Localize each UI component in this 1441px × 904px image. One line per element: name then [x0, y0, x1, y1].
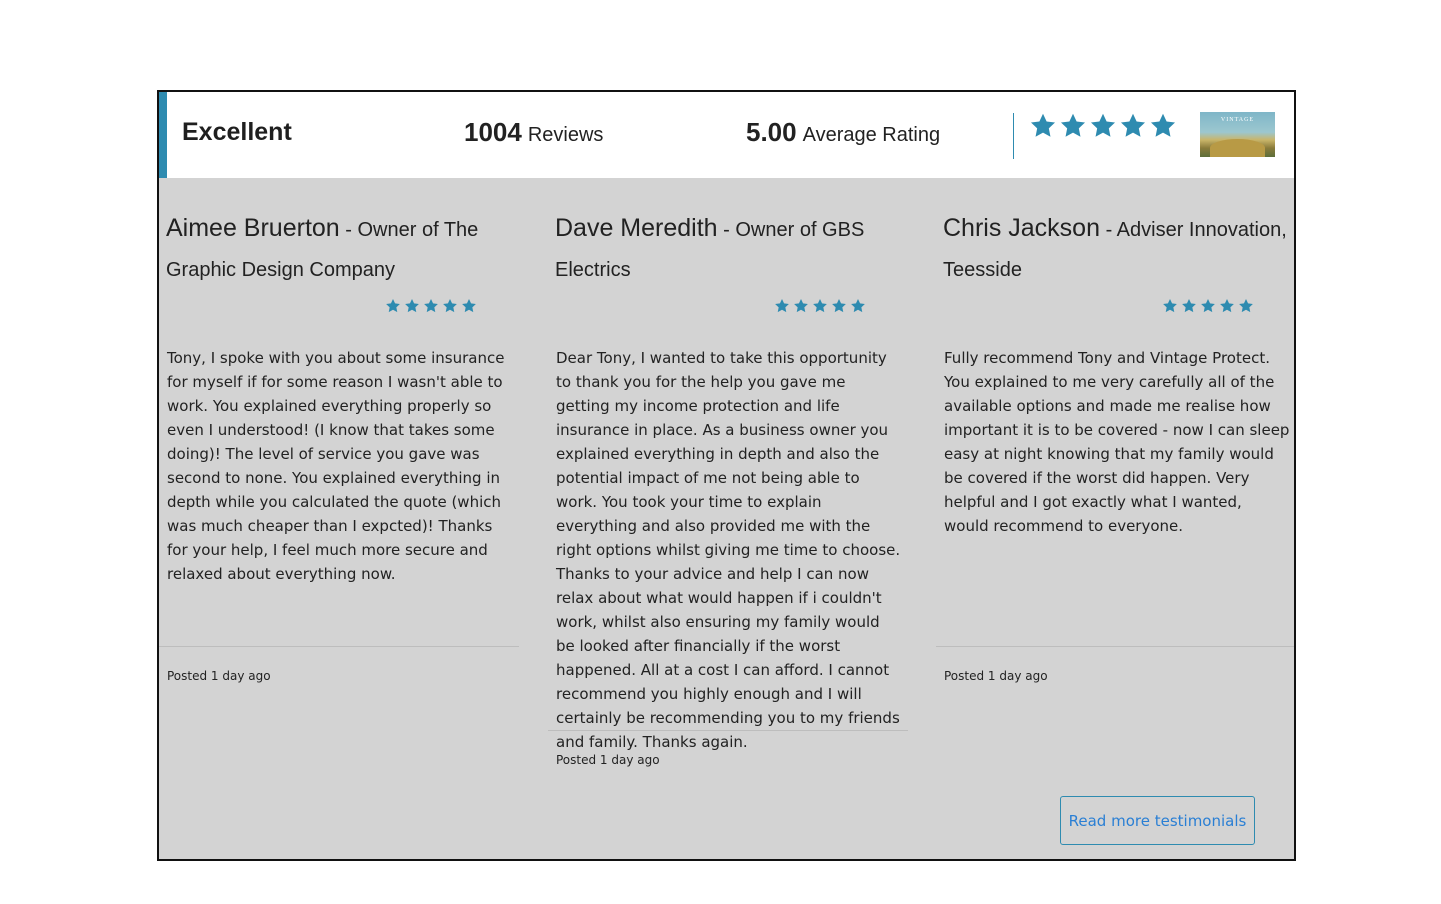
- star-icon: [1120, 113, 1146, 137]
- reviewer-heading: Chris Jackson - Adviser Innovation, Tees…: [936, 178, 1294, 290]
- star-icon: [1239, 299, 1253, 313]
- posted-time: Posted 1 day ago: [944, 669, 1048, 683]
- reviewer-name: Aimee Bruerton: [166, 214, 340, 242]
- summary-stars: [1029, 112, 1177, 144]
- star-icon: [1060, 113, 1086, 137]
- logo-text: VINTAGE: [1220, 117, 1255, 123]
- review-card: Chris Jackson - Adviser Innovation, Tees…: [936, 178, 1294, 683]
- logo-hill-graphic: [1210, 139, 1265, 157]
- star-icon: [1220, 299, 1234, 313]
- review-text: Fully recommend Tony and Vintage Protect…: [944, 349, 1290, 535]
- star-icon: [1090, 113, 1116, 137]
- average-rating: 5.00 Average Rating: [746, 117, 940, 148]
- average-rating-label: Average Rating: [802, 124, 941, 146]
- reviewer-heading: Dave Meredith - Owner of GBS Electrics: [548, 178, 908, 290]
- posted-time: Posted 1 day ago: [167, 669, 271, 683]
- review-divider: [936, 646, 1294, 647]
- review-stars: [1162, 298, 1294, 314]
- star-icon: [462, 299, 476, 313]
- review-text: Dear Tony, I wanted to take this opportu…: [556, 349, 901, 751]
- review-card: Aimee Bruerton - Owner of The Graphic De…: [159, 178, 519, 683]
- review-stars: [774, 298, 908, 314]
- star-icon: [386, 299, 400, 313]
- header-divider: [1013, 113, 1014, 159]
- reviewer-heading: Aimee Bruerton - Owner of The Graphic De…: [159, 178, 519, 290]
- star-icon: [832, 299, 846, 313]
- vintage-logo: VINTAGE: [1200, 112, 1275, 157]
- review-divider: [159, 646, 519, 647]
- star-icon: [851, 299, 865, 313]
- star-icon: [1182, 299, 1196, 313]
- read-more-testimonials-button[interactable]: Read more testimonials: [1060, 796, 1255, 845]
- star-icon: [443, 299, 457, 313]
- review-count: 1004 Reviews: [464, 117, 603, 148]
- review-card: Dave Meredith - Owner of GBS Electrics D…: [548, 178, 908, 767]
- star-icon: [405, 299, 419, 313]
- review-divider: [548, 730, 908, 731]
- rating-summary-header: Excellent 1004 Reviews 5.00 Average Rating…: [159, 92, 1294, 178]
- star-icon: [775, 299, 789, 313]
- star-icon: [813, 299, 827, 313]
- star-icon: [794, 299, 808, 313]
- star-icon: [1030, 113, 1056, 137]
- star-icon: [424, 299, 438, 313]
- accent-bar: [159, 92, 167, 178]
- reviewer-name: Chris Jackson: [943, 214, 1100, 242]
- star-icon: [1150, 113, 1176, 137]
- reviewer-name: Dave Meredith: [555, 214, 718, 242]
- review-count-label: Reviews: [527, 124, 604, 146]
- star-icon: [1201, 299, 1215, 313]
- review-count-number: 1004: [464, 117, 522, 147]
- testimonials-widget: Excellent 1004 Reviews 5.00 Average Rating…: [157, 90, 1296, 861]
- review-stars: [385, 298, 519, 314]
- rating-word: Excellent: [182, 118, 292, 146]
- posted-time: Posted 1 day ago: [556, 753, 660, 767]
- star-icon: [1163, 299, 1177, 313]
- review-text: Tony, I spoke with you about some insura…: [167, 349, 505, 583]
- average-rating-number: 5.00: [746, 117, 797, 147]
